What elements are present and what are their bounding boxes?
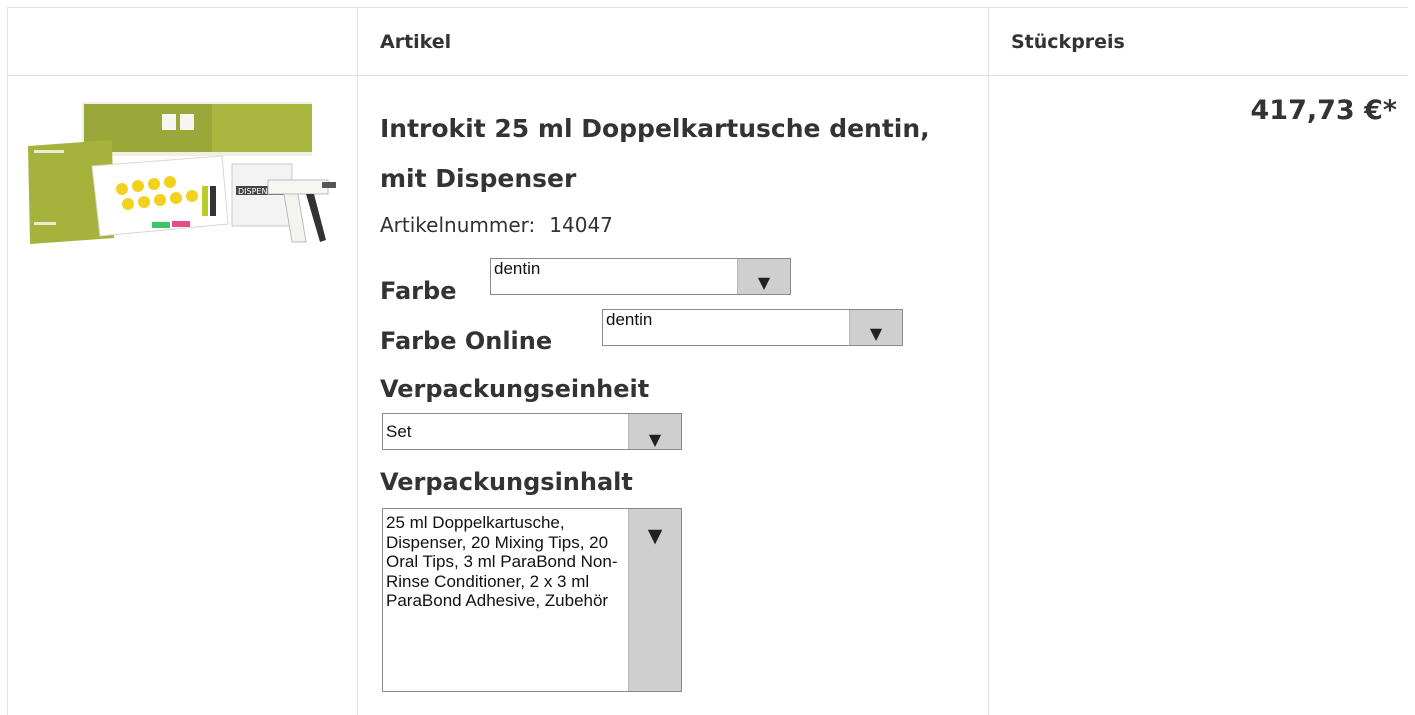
verpackungseinheit-select-value: Set: [386, 422, 412, 441]
article-number: Artikelnummer: 14047: [380, 213, 613, 237]
column-divider: [357, 7, 358, 715]
dropdown-arrow[interactable]: ▼: [628, 509, 681, 691]
triangle-down-icon: ▼: [648, 430, 662, 449]
farbe-label: Farbe: [380, 277, 457, 305]
dropdown-arrow[interactable]: ▼: [737, 259, 790, 294]
triangle-down-icon: ▼: [869, 324, 883, 343]
triangle-down-icon: ▼: [757, 273, 771, 292]
product-title[interactable]: Introkit 25 ml Doppelkartusche dentin, m…: [380, 104, 940, 204]
column-divider: [988, 7, 989, 715]
column-header-article: Artikel: [380, 31, 452, 53]
farbe-online-select-value: dentin: [606, 310, 653, 329]
farbe-online-label: Farbe Online: [380, 327, 553, 355]
dropdown-arrow[interactable]: ▼: [628, 414, 681, 449]
farbe-select[interactable]: dentin ▼: [490, 258, 791, 295]
triangle-down-icon: ▼: [647, 525, 663, 547]
column-header-unit-price: Stückpreis: [1011, 31, 1125, 53]
article-number-value: 14047: [549, 213, 613, 237]
verpackungsinhalt-label: Verpackungsinhalt: [380, 468, 633, 496]
product-image[interactable]: DISPENSER: [22, 94, 340, 254]
verpackungsinhalt-select[interactable]: 25 ml Doppelkartusche, Dispenser, 20 Mix…: [382, 508, 682, 692]
article-number-label: Artikelnummer:: [380, 213, 536, 237]
verpackungsinhalt-select-value: 25 ml Doppelkartusche, Dispenser, 20 Mix…: [386, 513, 618, 610]
verpackungseinheit-select[interactable]: Set ▼: [382, 413, 682, 450]
unit-price: 417,73 €*: [1250, 95, 1398, 126]
verpackungseinheit-label: Verpackungseinheit: [380, 375, 650, 403]
farbe-online-select[interactable]: dentin ▼: [602, 309, 903, 346]
dropdown-arrow[interactable]: ▼: [849, 310, 902, 345]
farbe-select-value: dentin: [494, 259, 541, 278]
header-divider: [7, 75, 1408, 76]
